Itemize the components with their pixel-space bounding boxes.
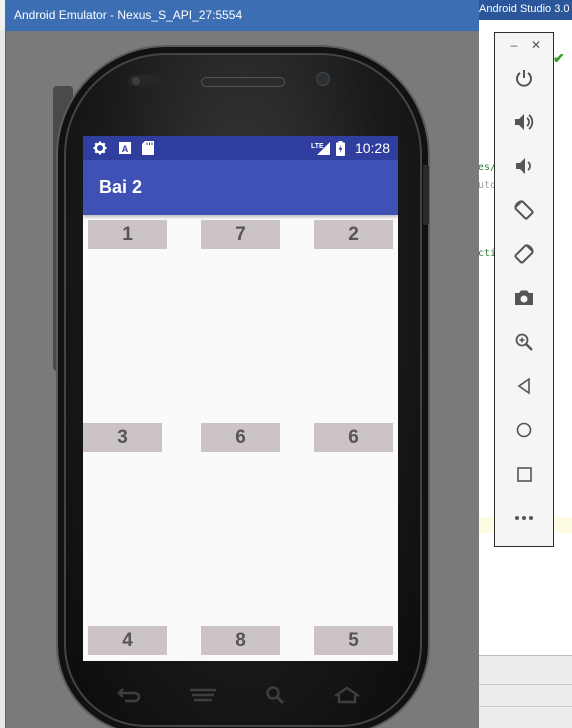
home-circle-icon[interactable] [509,415,539,445]
app-bar: Bai 2 [83,160,398,215]
grid-cell[interactable]: 6 [201,423,280,452]
sd-card-icon [141,141,155,155]
proximity-sensor [316,72,330,86]
grid-cell[interactable]: 4 [88,626,167,655]
earpiece-speaker [201,77,285,87]
close-icon[interactable]: ✕ [529,38,543,52]
more-icon[interactable] [509,503,539,533]
front-camera [128,75,162,87]
volume-up-icon[interactable] [509,107,539,137]
volume-down-icon[interactable] [509,151,539,181]
rotate-right-icon[interactable] [509,239,539,269]
phone-side-button [423,165,429,225]
status-clock: 10:28 [354,140,390,156]
lte-signal-icon: LTE [311,141,331,155]
svg-text:LTE: LTE [311,143,324,150]
overview-square-icon[interactable] [509,459,539,489]
grid-cell[interactable]: 2 [314,220,393,249]
phone-screen[interactable]: A LTE 10:28 Bai 2 1 7 2 3 6 6 4 8 5 [83,136,398,661]
status-bar: A LTE 10:28 [83,136,398,160]
grid-cell[interactable]: 3 [83,423,162,452]
minimize-icon[interactable]: – [507,38,521,52]
phone-nav-bar [83,668,398,723]
power-icon[interactable] [509,63,539,93]
app-title: Bai 2 [99,177,143,197]
svg-text:A: A [122,144,129,154]
back-triangle-icon[interactable] [509,371,539,401]
studio-bottom-panel [478,655,572,728]
grid-cell[interactable]: 6 [314,423,393,452]
settings-icon [93,141,107,155]
camera-icon[interactable] [509,283,539,313]
grid-cell[interactable]: 1 [88,220,167,249]
zoom-icon[interactable] [509,327,539,357]
back-icon[interactable] [115,684,143,706]
a-notification-icon: A [118,141,132,155]
grid-cell[interactable]: 8 [201,626,280,655]
emulator-control-panel: – ✕ [494,32,554,547]
rotate-left-icon[interactable] [509,195,539,225]
emulator-title-bar[interactable]: Android Emulator - Nexus_S_API_27:5554 [6,0,479,31]
android-studio-title: Android Studio 3.0 [478,0,572,20]
home-icon[interactable] [333,684,361,706]
battery-icon [335,140,345,156]
grid-cell[interactable]: 5 [314,626,393,655]
grid-cell[interactable]: 7 [201,220,280,249]
search-icon[interactable] [261,684,289,706]
build-hammer-icon[interactable]: ✔ [553,50,565,67]
menu-icon[interactable] [189,684,217,706]
